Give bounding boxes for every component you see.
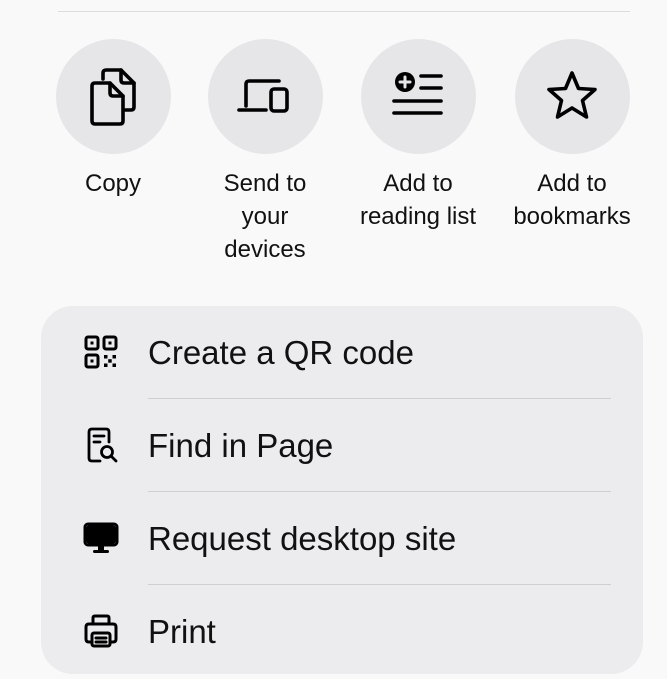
add-to-reading-list-button[interactable]: Add to reading list [343,39,493,233]
add-to-reading-list-icon [392,71,443,115]
qr-code-icon [81,332,121,372]
desktop-icon [81,518,121,558]
find-in-page-label: Find in Page [148,427,334,464]
more-actions-menu: Create a QR code Find in Page Request de… [41,306,643,674]
share-actions-row: Copy Send to your devices Add to reading… [0,39,667,279]
top-divider [58,11,630,12]
add-to-bookmarks-label: Add to bookmarks [513,170,631,230]
create-qr-code-label: Create a QR code [148,334,414,371]
bookmark-star-icon [547,70,597,119]
add-to-reading-list-button-circle[interactable] [360,39,476,154]
find-in-page-item[interactable]: Find in Page [41,399,643,492]
add-to-bookmarks-button[interactable]: Add to bookmarks [497,39,647,233]
send-to-devices-label: Send to your devices [223,170,307,263]
print-label: Print [148,613,216,650]
create-qr-code-item[interactable]: Create a QR code [41,306,643,399]
send-to-devices-button[interactable]: Send to your devices [190,39,340,266]
request-desktop-site-label: Request desktop site [148,520,457,557]
printer-icon [81,611,121,651]
send-to-devices-button-circle[interactable] [207,39,323,154]
send-to-devices-icon [237,78,289,113]
copy-button-circle[interactable] [55,39,171,154]
add-to-reading-list-label: Add to reading list [359,170,477,230]
print-item[interactable]: Print [41,585,643,674]
copy-label: Copy [84,170,142,197]
request-desktop-site-item[interactable]: Request desktop site [41,492,643,585]
find-in-page-icon [81,425,121,465]
copy-button[interactable]: Copy [38,39,188,200]
add-to-bookmarks-button-circle[interactable] [514,39,630,154]
copy-icon [90,67,136,126]
